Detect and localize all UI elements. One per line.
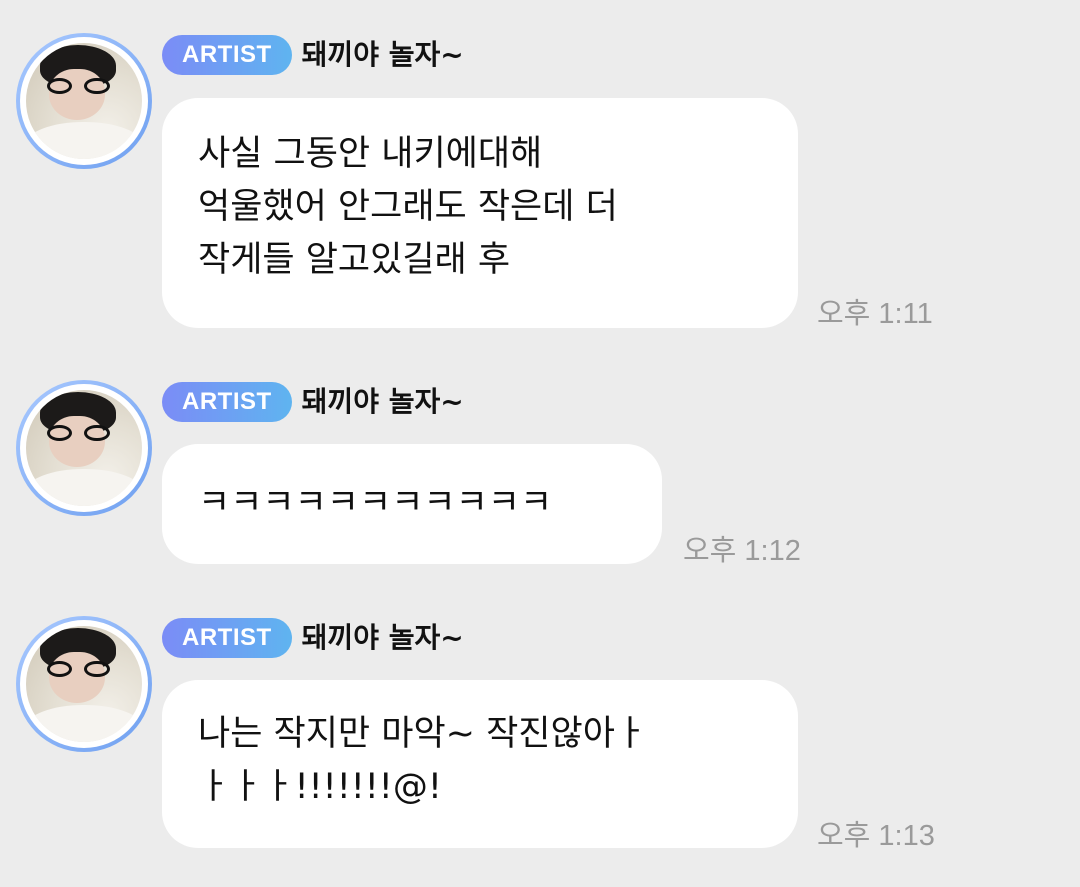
artist-badge: ARTIST [162,35,292,75]
sender-name[interactable]: 돼끼야 놀자~ [302,381,464,423]
message-bubble[interactable]: 사실 그동안 내키에대해 억울했어 안그래도 작은데 더 작게들 알고있길래 후 [162,98,798,328]
avatar-photo [26,43,142,159]
artist-badge: ARTIST [162,382,292,422]
avatar-photo [26,390,142,506]
sender-name[interactable]: 돼끼야 놀자~ [302,617,464,659]
sender-row: ARTIST 돼끼야 놀자~ [162,617,464,659]
avatar-frame [20,37,148,165]
message-time: 오후 1:13 [817,820,935,852]
artist-badge: ARTIST [162,618,292,658]
avatar-frame [20,620,148,748]
avatar-photo [26,626,142,742]
message-time: 오후 1:12 [683,535,801,567]
message-bubble[interactable]: 나는 작지만 마악~ 작진않아ㅏ ㅏㅏㅏ!!!!!!!@! [162,680,798,848]
avatar[interactable] [16,380,152,516]
avatar-frame [20,384,148,512]
avatar[interactable] [16,33,152,169]
message-bubble[interactable]: ㅋㅋㅋㅋㅋㅋㅋㅋㅋㅋㅋ [162,444,662,564]
sender-row: ARTIST 돼끼야 놀자~ [162,381,464,423]
avatar[interactable] [16,616,152,752]
sender-name[interactable]: 돼끼야 놀자~ [302,34,464,76]
message-time: 오후 1:11 [817,298,933,330]
sender-row: ARTIST 돼끼야 놀자~ [162,34,464,76]
